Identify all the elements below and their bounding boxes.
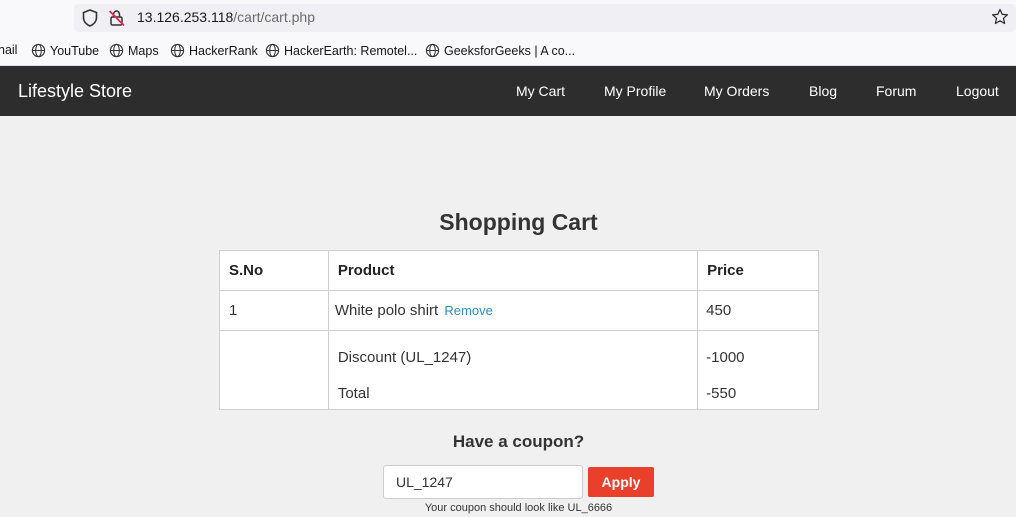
total-value: -550 (706, 384, 737, 402)
item-product-cell: White polo shirt Remove (327, 290, 699, 331)
cart-table: S.No Product Price 1 White polo shirt Re… (219, 250, 819, 410)
globe-icon (425, 43, 440, 58)
item-price: 450 (697, 290, 819, 331)
nav-my-orders[interactable]: My Orders (704, 83, 769, 99)
brand-logo-text[interactable]: Lifestyle Store (18, 81, 132, 102)
discount-label: Discount (UL_1247) (337, 348, 472, 366)
globe-icon (170, 43, 185, 58)
coupon-hint: Your coupon should look like UL_6666 (424, 502, 613, 514)
coupon-input[interactable] (383, 465, 583, 499)
globe-icon (109, 43, 124, 58)
page-title: Shopping Cart (439, 209, 598, 235)
bookmark-star-icon[interactable] (991, 8, 1009, 26)
summary-labels: Discount (UL_1247) Total (327, 330, 699, 410)
bookmark-youtube[interactable]: YouTube (31, 43, 99, 58)
site-navbar: Lifestyle Store My Cart My Profile My Or… (0, 66, 1016, 116)
bookmark-label: HackerEarth: Remotel... (284, 43, 418, 58)
bookmark-label: nail (0, 43, 18, 57)
summary-empty-cell (219, 330, 329, 410)
bookmark-label: YouTube (50, 43, 100, 58)
discount-value: -1000 (706, 348, 745, 366)
nav-my-cart[interactable]: My Cart (516, 83, 565, 99)
globe-icon (265, 43, 280, 58)
url-path: /cart/cart.php (233, 9, 315, 25)
item-sno: 1 (219, 290, 329, 331)
bookmark-gmail[interactable]: nail (0, 43, 17, 57)
header-price: Price (697, 250, 819, 291)
bookmark-label: GeeksforGeeks | A co... (444, 43, 576, 58)
globe-icon (31, 43, 46, 58)
bookmark-label: Maps (128, 43, 159, 58)
bookmark-hackerrank[interactable]: HackerRank (170, 43, 258, 58)
bookmark-geeksforgeeks[interactable]: GeeksforGeeks | A co... (425, 43, 575, 58)
shield-icon[interactable] (82, 9, 98, 27)
header-product: Product (327, 250, 699, 291)
bookmark-label: HackerRank (189, 43, 258, 58)
nav-logout[interactable]: Logout (956, 83, 999, 99)
summary-values: -1000 -550 (697, 330, 819, 410)
bookmark-maps[interactable]: Maps (109, 43, 159, 58)
insecure-lock-icon[interactable] (108, 9, 126, 27)
total-label: Total (337, 384, 370, 402)
coupon-heading: Have a coupon? (452, 432, 585, 451)
bookmarks-bar: nail YouTube Maps HackerRank HackerEarth… (0, 36, 1016, 66)
nav-my-profile[interactable]: My Profile (604, 83, 666, 99)
url-host: 13.126.253.118 (137, 9, 234, 25)
summary-row: Discount (UL_1247) Total -1000 -550 (219, 330, 819, 410)
table-row: 1 White polo shirt Remove 450 (219, 290, 819, 331)
nav-blog[interactable]: Blog (809, 83, 837, 99)
nav-forum[interactable]: Forum (876, 83, 916, 99)
browser-toolbar: 13.126.253.118/cart/cart.php (0, 0, 1016, 36)
header-sno: S.No (219, 250, 329, 291)
table-header-row: S.No Product Price (219, 250, 819, 291)
apply-button[interactable]: Apply (588, 467, 654, 497)
url-text[interactable]: 13.126.253.118/cart/cart.php (137, 9, 315, 25)
bookmark-hackerearth[interactable]: HackerEarth: Remotel... (265, 43, 417, 58)
remove-link[interactable]: Remove (444, 303, 492, 318)
item-product-name: White polo shirt (334, 302, 439, 319)
